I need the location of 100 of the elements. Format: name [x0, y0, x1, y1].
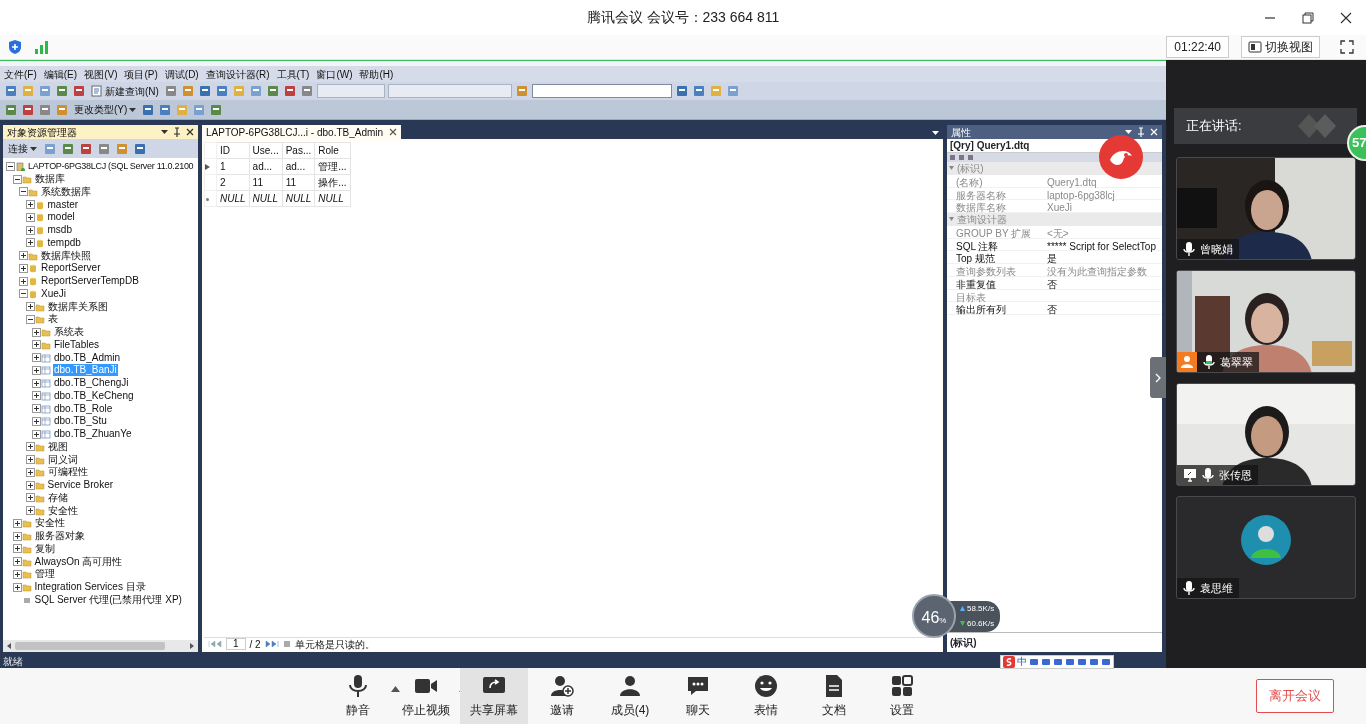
dropdown-field[interactable] [531, 84, 672, 98]
tool-icon[interactable] [192, 102, 207, 117]
tree-item[interactable]: master [46, 198, 80, 211]
connect-button[interactable]: 连接 [6, 141, 39, 156]
tool-icon[interactable] [43, 141, 57, 156]
ime-logo-icon[interactable] [1003, 656, 1015, 668]
caret-icon[interactable] [30, 146, 37, 151]
tree-item[interactable]: 视图 [46, 440, 69, 453]
tool-icon[interactable] [282, 84, 297, 98]
expand-toggle[interactable] [25, 467, 35, 477]
caret-icon[interactable] [161, 130, 168, 134]
switch-view-button[interactable]: 切换视图 [1241, 36, 1320, 58]
tree-item[interactable]: dbo.TB_Admin [53, 351, 122, 364]
menu-item[interactable]: 编辑(E) [43, 66, 78, 82]
tree-item[interactable]: 数据库关系图 [46, 300, 109, 313]
tool-icon[interactable] [38, 102, 52, 117]
expand-toggle[interactable] [12, 531, 22, 541]
caret-icon[interactable] [932, 131, 939, 135]
toolbar-button[interactable]: 文档 [800, 668, 868, 724]
tool-icon[interactable] [38, 84, 52, 98]
collapse-icon[interactable] [949, 166, 954, 171]
expand-toggle[interactable] [12, 518, 22, 528]
shield-icon[interactable] [8, 39, 22, 55]
tree-item[interactable]: dbo.TB_KeCheng [53, 389, 135, 402]
expand-toggle[interactable] [25, 506, 35, 516]
tree-item[interactable]: dbo.TB_ChengJi [53, 377, 130, 390]
tool-icon[interactable] [299, 84, 314, 98]
column-header[interactable]: Pas... [282, 142, 315, 159]
expand-toggle[interactable] [32, 327, 41, 337]
new-query-button[interactable]: 新建查询(N) [89, 83, 161, 99]
expand-toggle[interactable] [32, 429, 41, 439]
tree-item[interactable]: 表 [46, 313, 59, 326]
toolbar-button[interactable]: 邀请 [528, 668, 596, 724]
tree-item[interactable]: dbo.TB_ZhuanYe [53, 428, 133, 441]
tool-icon[interactable] [209, 102, 224, 117]
tree-item[interactable]: msdb [46, 224, 73, 237]
tool-icon[interactable] [4, 102, 18, 117]
expand-toggle[interactable] [32, 416, 41, 426]
tool-icon[interactable] [248, 84, 263, 98]
menu-item[interactable]: 项目(P) [124, 66, 158, 82]
toolbar-button[interactable]: 设置 [868, 668, 936, 724]
page-field[interactable]: 1 [226, 638, 246, 650]
tree-item[interactable]: ReportServer [40, 262, 102, 275]
tree-item[interactable]: LAPTOP-6PG38LCJ (SQL Server 11.0.2100 [27, 160, 195, 173]
tool-icon[interactable] [265, 84, 280, 98]
expand-toggle[interactable] [19, 251, 28, 261]
expand-toggle[interactable] [25, 302, 35, 312]
expand-toggle[interactable] [25, 455, 35, 465]
tree-item[interactable]: 安全性 [46, 504, 79, 517]
tool-icon[interactable] [55, 102, 69, 117]
tool-icon[interactable] [61, 141, 75, 156]
menu-item[interactable]: 查询设计器(R) [205, 66, 270, 82]
expand-toggle[interactable] [19, 289, 28, 299]
expand-toggle[interactable] [25, 442, 35, 452]
tool-icon[interactable] [214, 84, 229, 98]
tree-item[interactable]: 数据库 [33, 173, 66, 186]
expand-toggle[interactable] [19, 276, 28, 286]
tool-icon[interactable] [79, 141, 93, 156]
tool-icon[interactable] [163, 84, 178, 98]
tree-item[interactable]: SQL Server 代理(已禁用代理 XP) [33, 593, 183, 606]
expand-toggle[interactable] [25, 225, 35, 235]
collapse-handle[interactable] [1150, 357, 1166, 398]
tool-icon[interactable] [180, 84, 195, 98]
column-header[interactable]: Use... [249, 142, 283, 159]
expand-toggle[interactable] [32, 378, 41, 388]
logo-icon[interactable] [1098, 134, 1144, 180]
tree-item[interactable]: dbo.TB_Stu [53, 415, 108, 428]
restore-icon[interactable] [1302, 11, 1314, 24]
tool-icon[interactable] [197, 84, 212, 98]
tool-icon[interactable] [115, 141, 129, 156]
dropdown-field[interactable] [316, 84, 385, 98]
tree-item[interactable]: XueJi [40, 287, 67, 300]
expand-toggle[interactable] [25, 314, 35, 324]
expand-toggle[interactable] [25, 200, 35, 210]
tree-item[interactable]: 管理 [33, 568, 56, 581]
close-icon[interactable] [389, 128, 398, 136]
column-header[interactable]: Role [314, 142, 351, 159]
expand-toggle[interactable] [12, 569, 22, 579]
expand-toggle[interactable] [6, 161, 15, 171]
toolbar-button[interactable]: 表情 [732, 668, 800, 724]
tree-item[interactable]: FileTables [53, 338, 101, 351]
toolbar-button[interactable]: 成员(4) [596, 668, 664, 724]
expand-toggle[interactable] [25, 212, 35, 222]
ime-mode[interactable]: 中 [1017, 656, 1027, 668]
tool-icon[interactable] [4, 84, 18, 98]
dropdown-field[interactable] [387, 84, 512, 98]
expand-toggle[interactable] [32, 365, 41, 375]
tool-icon[interactable] [133, 141, 147, 156]
tree-item[interactable]: 系统数据库 [40, 185, 92, 198]
expand-toggle[interactable] [12, 557, 22, 567]
expand-toggle[interactable] [32, 404, 41, 414]
close-icon[interactable] [1340, 11, 1352, 24]
tool-icon[interactable] [674, 84, 689, 98]
expand-toggle[interactable] [25, 493, 35, 503]
tree-item[interactable]: Service Broker [46, 479, 115, 492]
tree-item[interactable]: 复制 [33, 542, 56, 555]
menu-item[interactable]: 窗口(W) [316, 66, 353, 82]
tool-icon[interactable] [141, 102, 156, 117]
tree-item[interactable]: AlwaysOn 高可用性 [33, 555, 124, 568]
toolbar-button[interactable]: 停止视频 [392, 668, 460, 724]
